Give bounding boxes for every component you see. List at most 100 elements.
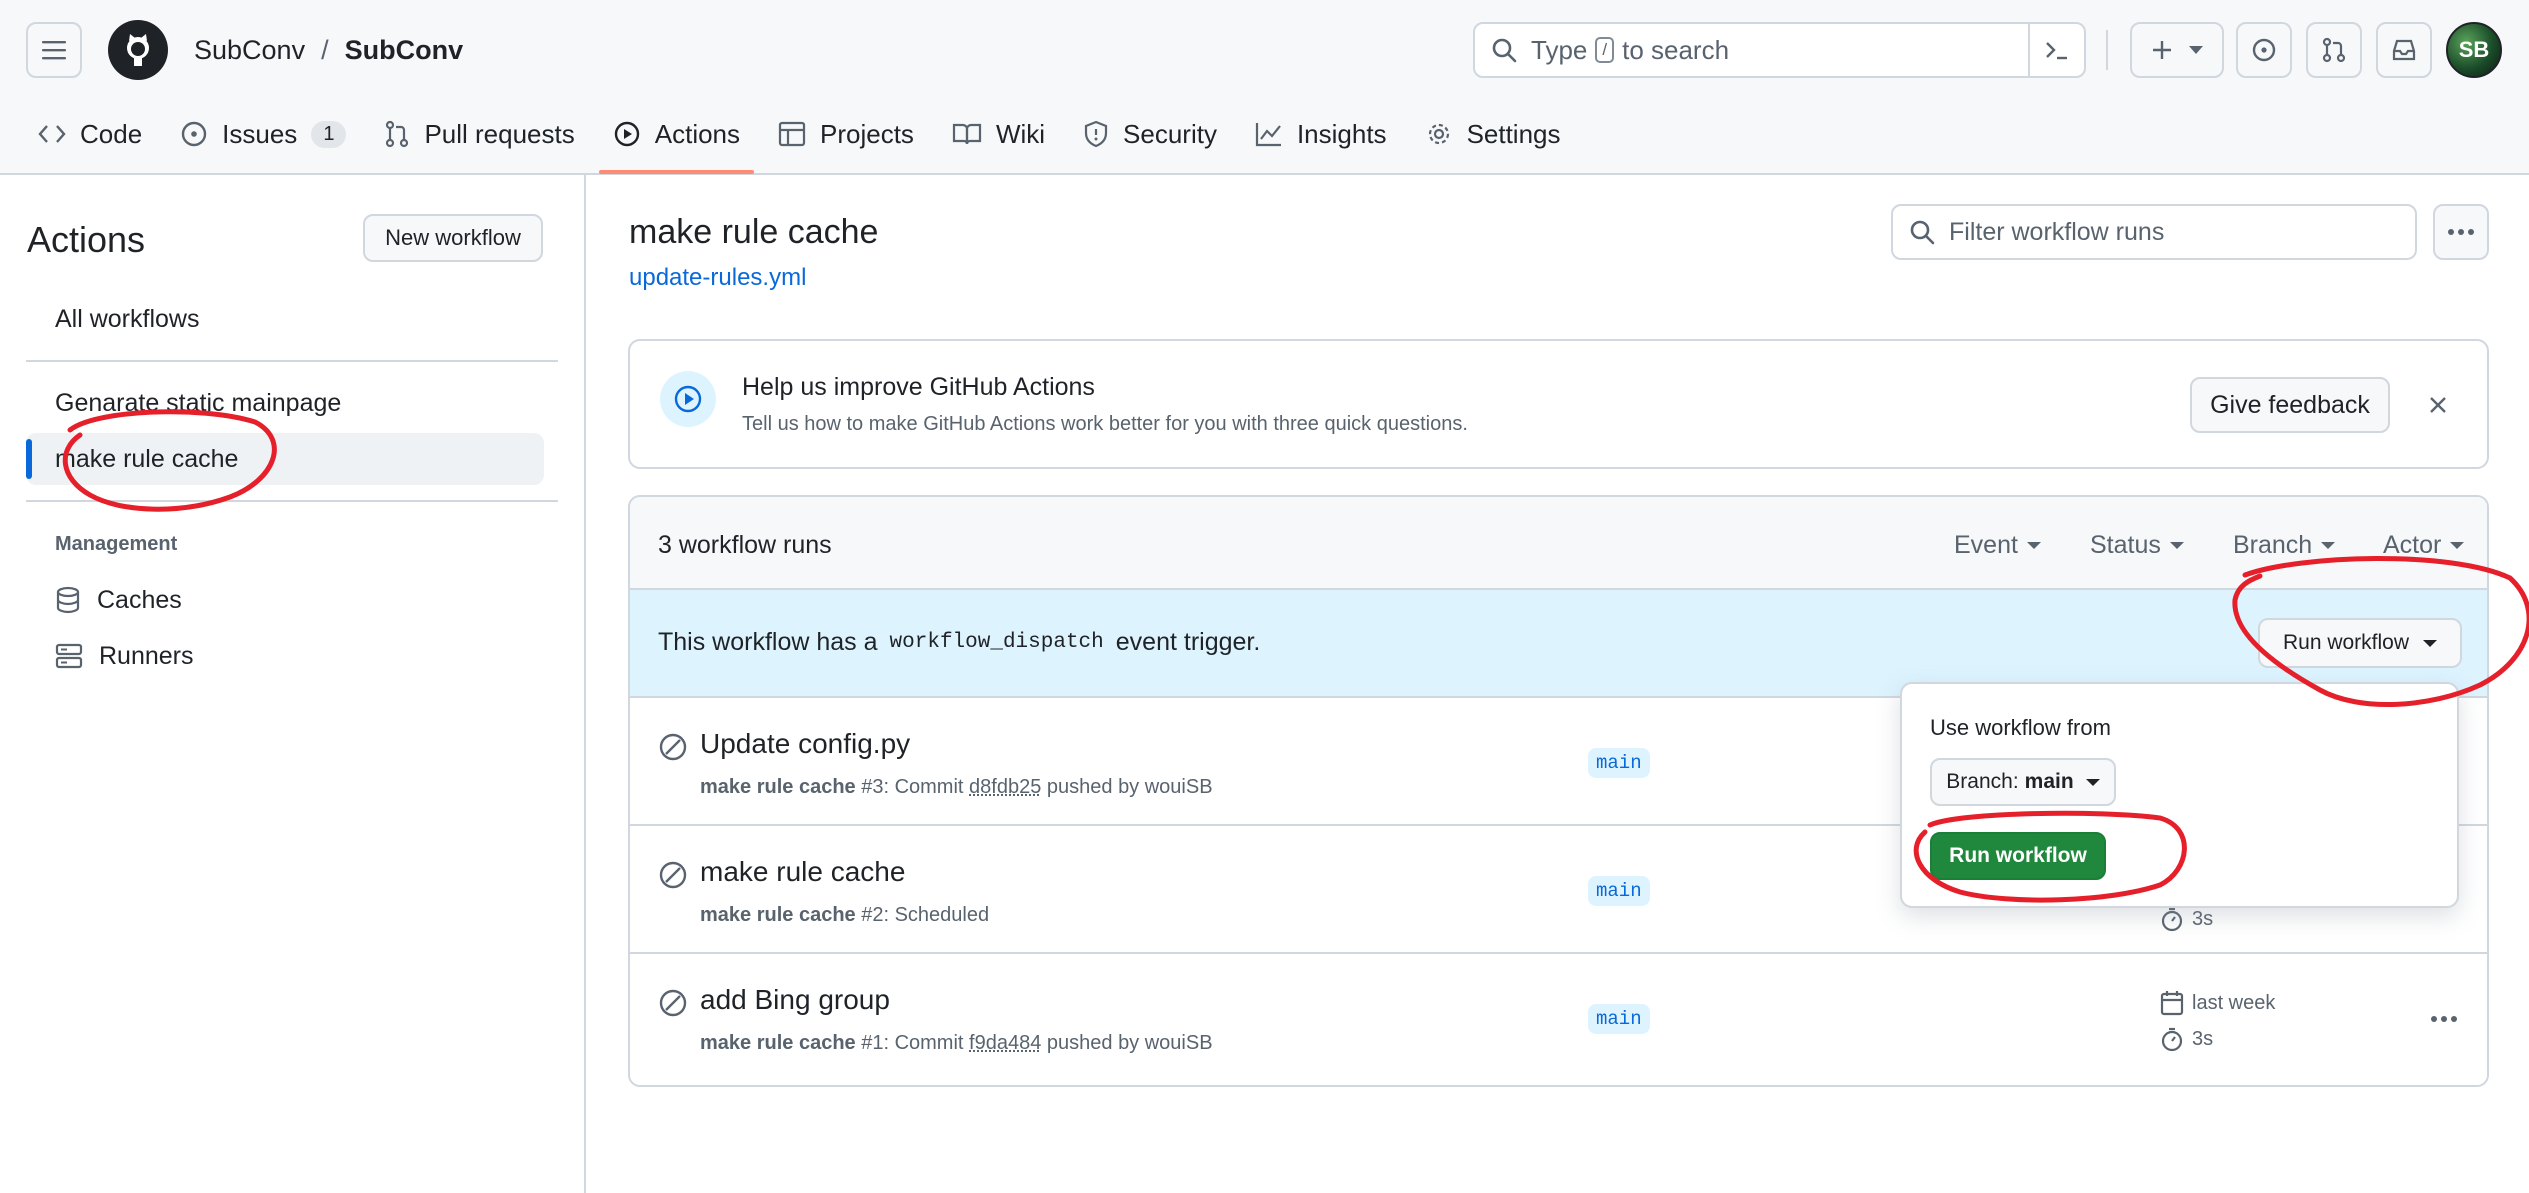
dispatch-text-after: event trigger. bbox=[1115, 628, 1261, 656]
plus-icon bbox=[2153, 41, 2171, 59]
run-title[interactable]: Update config.py bbox=[700, 728, 910, 760]
caret-down-icon bbox=[2169, 542, 2184, 549]
run-number: #2 bbox=[861, 904, 884, 926]
issues-counter: 1 bbox=[311, 120, 347, 148]
repo-header: SubConv / SubConv Type / to search SB Co… bbox=[0, 0, 2529, 175]
tab-pull-requests[interactable]: Pull requests bbox=[370, 108, 588, 160]
repo-nav-tabs: Code Issues 1 Pull requests Actions Proj… bbox=[24, 108, 1585, 174]
header-divider bbox=[2106, 30, 2108, 70]
terminal-icon bbox=[2046, 42, 2067, 60]
run-workflow-submit-button[interactable]: Run workflow bbox=[1930, 832, 2106, 880]
search-icon bbox=[1492, 38, 1517, 63]
command-palette-button[interactable] bbox=[2028, 24, 2084, 76]
dispatch-text-before: This workflow has a bbox=[658, 628, 878, 656]
caches-label: Caches bbox=[97, 585, 182, 614]
run-menu-button[interactable] bbox=[2424, 1004, 2464, 1034]
tab-insights[interactable]: Insights bbox=[1241, 108, 1401, 160]
sidebar-item-make-rule-cache[interactable]: make rule cache bbox=[26, 433, 544, 485]
run-workflow-dropdown-button[interactable]: Run workflow bbox=[2258, 618, 2462, 668]
issues-button[interactable] bbox=[2236, 22, 2292, 78]
workflow-menu-button[interactable] bbox=[2433, 204, 2489, 260]
branch-select-button[interactable]: Branch: main bbox=[1930, 758, 2116, 806]
status-filter-dropdown[interactable]: Status bbox=[2090, 531, 2184, 560]
sidebar-divider bbox=[26, 500, 558, 502]
run-workflow-dropdown-label: Run workflow bbox=[2282, 631, 2410, 654]
filter-placeholder: Filter workflow runs bbox=[1949, 217, 2165, 246]
tab-projects[interactable]: Projects bbox=[764, 108, 928, 160]
pull-request-icon bbox=[386, 120, 409, 148]
runs-count: 3 workflow runs bbox=[658, 531, 832, 559]
run-title[interactable]: add Bing group bbox=[700, 984, 890, 1016]
stopwatch-icon bbox=[2161, 1027, 2183, 1052]
tab-issues[interactable]: Issues 1 bbox=[166, 108, 360, 160]
branch-filter-dropdown[interactable]: Branch bbox=[2233, 531, 2336, 560]
dispatch-message: This workflow has a workflow_dispatch ev… bbox=[658, 628, 1260, 657]
server-icon bbox=[55, 643, 83, 669]
graph-icon bbox=[1255, 123, 1281, 147]
inbox-icon bbox=[2392, 39, 2416, 61]
play-icon bbox=[674, 385, 702, 413]
play-icon bbox=[614, 121, 639, 147]
workflow-run-row[interactable]: add Bing group make rule cache #1: Commi… bbox=[630, 954, 2487, 1082]
code-icon bbox=[38, 125, 66, 143]
run-subtitle: make rule cache #3: Commit d8fdb25 pushe… bbox=[700, 776, 1213, 799]
github-logo[interactable] bbox=[108, 20, 168, 80]
pull-requests-button[interactable] bbox=[2306, 22, 2362, 78]
tab-code[interactable]: Code bbox=[24, 108, 156, 160]
sidebar-item-generate-static-mainpage[interactable]: Genarate static mainpage bbox=[26, 377, 544, 429]
owner-link[interactable]: SubConv bbox=[194, 35, 305, 66]
sidebar-divider bbox=[26, 360, 558, 362]
repo-link[interactable]: SubConv bbox=[345, 35, 464, 66]
actor-filter-label: Actor bbox=[2383, 531, 2442, 559]
caret-down-icon bbox=[2026, 542, 2041, 549]
run-actor: pushed by wouiSB bbox=[1046, 776, 1213, 798]
caret-down-icon bbox=[2423, 639, 2438, 647]
run-title[interactable]: make rule cache bbox=[700, 856, 905, 888]
search-text-after: to search bbox=[1622, 34, 1730, 65]
event-filter-dropdown[interactable]: Event bbox=[1954, 531, 2041, 560]
tab-security[interactable]: Security bbox=[1069, 108, 1231, 160]
give-feedback-button[interactable]: Give feedback bbox=[2190, 377, 2390, 433]
branch-select-prefix: Branch: bbox=[1946, 770, 2019, 793]
run-date: last week bbox=[2160, 990, 2275, 1016]
workflow-file-link[interactable]: update-rules.yml bbox=[629, 264, 806, 292]
close-icon bbox=[2430, 397, 2446, 413]
branch-label[interactable]: main bbox=[1588, 1004, 1650, 1034]
run-workflow-popover: Use workflow from Branch: main Run workf… bbox=[1900, 682, 2459, 908]
run-trigger: : Commit bbox=[883, 1032, 964, 1054]
actor-filter-dropdown[interactable]: Actor bbox=[2383, 531, 2465, 560]
triangle-down-icon bbox=[2189, 46, 2203, 54]
create-new-button[interactable] bbox=[2130, 22, 2224, 78]
hamburger-icon bbox=[42, 41, 66, 60]
banner-close-button[interactable] bbox=[2420, 387, 2456, 423]
tab-actions[interactable]: Actions bbox=[598, 108, 755, 174]
new-workflow-button[interactable]: New workflow bbox=[363, 214, 543, 262]
tab-actions-label: Actions bbox=[654, 118, 741, 149]
issue-icon bbox=[181, 121, 207, 147]
commit-link[interactable]: d8fdb25 bbox=[969, 776, 1041, 798]
issue-opened-icon bbox=[2252, 38, 2276, 62]
search-text-before: Type bbox=[1531, 34, 1588, 65]
tab-settings[interactable]: Settings bbox=[1411, 108, 1575, 160]
branch-label[interactable]: main bbox=[1588, 876, 1650, 906]
branch-label[interactable]: main bbox=[1588, 748, 1650, 778]
commit-link[interactable]: f9da484 bbox=[969, 1032, 1041, 1054]
sidebar-item-caches[interactable]: Caches bbox=[55, 580, 182, 620]
banner-description: Tell us how to make GitHub Actions work … bbox=[742, 413, 1468, 435]
inbox-button[interactable] bbox=[2376, 22, 2432, 78]
tab-insights-label: Insights bbox=[1296, 118, 1387, 149]
user-avatar[interactable]: SB bbox=[2446, 22, 2502, 78]
filter-workflow-runs-input[interactable]: Filter workflow runs bbox=[1891, 204, 2417, 260]
search-input[interactable]: Type / to search bbox=[1473, 22, 2086, 78]
sidebar-item-all-workflows[interactable]: All workflows bbox=[26, 293, 544, 345]
menu-button[interactable] bbox=[26, 22, 82, 78]
sidebar-item-runners[interactable]: Runners bbox=[55, 636, 194, 676]
search-shortcut-key: / bbox=[1595, 37, 1615, 63]
search-icon bbox=[1910, 220, 1935, 245]
skipped-status-icon bbox=[659, 861, 687, 889]
shield-icon bbox=[1084, 120, 1108, 148]
tab-code-label: Code bbox=[80, 118, 143, 149]
tab-wiki[interactable]: Wiki bbox=[938, 108, 1059, 160]
caret-down-icon bbox=[2321, 542, 2336, 549]
breadcrumb-separator: / bbox=[321, 34, 329, 65]
